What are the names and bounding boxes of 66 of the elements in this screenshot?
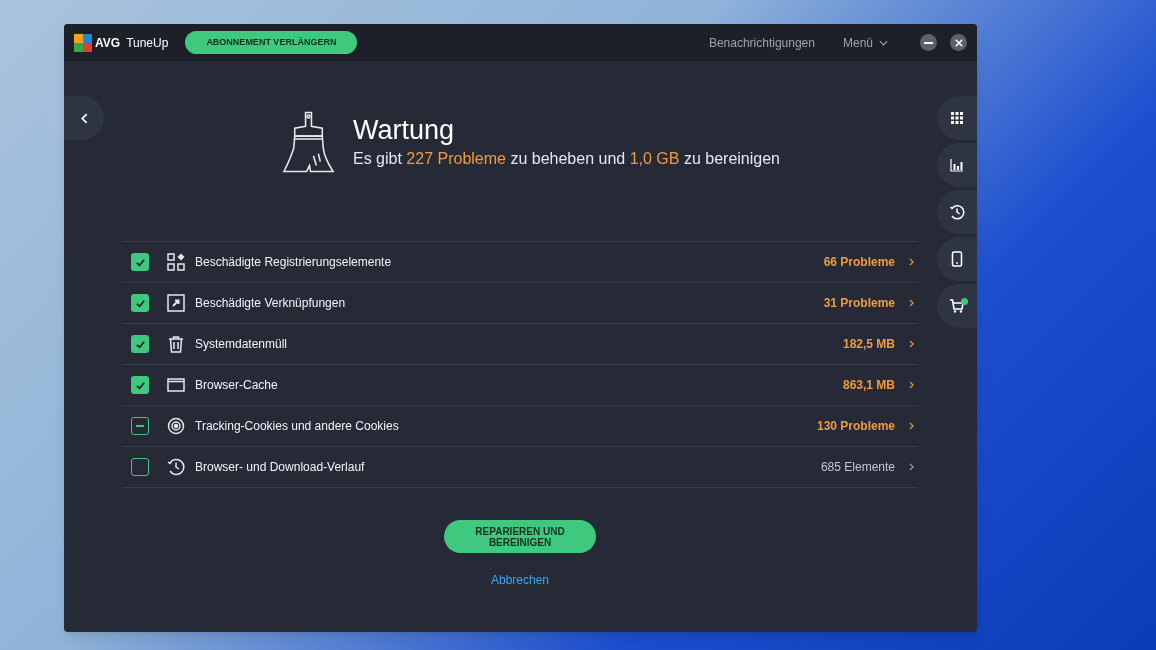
item-label: Browser- und Download-Verlauf: [195, 459, 365, 476]
menu-dropdown[interactable]: Menü: [842, 33, 888, 52]
chevron-right-icon: [909, 463, 914, 471]
item-label: Browser-Cache: [195, 377, 278, 394]
trash-icon: [167, 335, 185, 353]
registry-blocks-icon: [167, 253, 185, 271]
item-value: 66 Probleme: [823, 254, 895, 271]
checkbox[interactable]: [131, 376, 149, 394]
cart-icon: [949, 298, 965, 314]
chevron-right-icon: [909, 258, 914, 266]
item-label: Tracking-Cookies und andere Cookies: [195, 418, 399, 435]
browser-window-icon: [167, 376, 185, 394]
item-label: Beschädigte Registrierungselemente: [195, 254, 392, 271]
item-value: 130 Probleme: [816, 418, 895, 435]
checkbox[interactable]: [131, 253, 149, 271]
history-clock-icon: [167, 458, 185, 476]
item-value: 182,5 MB: [842, 336, 895, 353]
renew-subscription-button[interactable]: ABONNEMENT VERLÄNGERN: [185, 31, 358, 54]
item-value: 863,1 MB: [842, 377, 895, 394]
close-button[interactable]: [950, 34, 967, 51]
grid-icon: [949, 110, 965, 126]
cancel-link[interactable]: Abbrechen: [490, 571, 549, 589]
close-icon: [954, 38, 963, 47]
checkbox[interactable]: [131, 417, 149, 435]
check-icon: [134, 256, 146, 268]
chevron-right-icon: [909, 340, 914, 348]
repair-clean-button[interactable]: REPARIEREN UND BEREINIGEN: [444, 520, 596, 553]
target-icon: [167, 417, 185, 435]
side-rail-button[interactable]: [937, 237, 977, 281]
cleanup-item-row[interactable]: Beschädigte Verknüpfungen 31 Probleme: [122, 283, 918, 324]
bar-chart-icon: [949, 157, 965, 173]
caret-icon: [879, 39, 888, 46]
notifications-link[interactable]: Benachrichtigungen: [708, 33, 815, 52]
back-chevron-icon: [80, 112, 88, 124]
chevron-right-icon: [909, 381, 914, 389]
dash-icon: [136, 425, 144, 427]
cleanup-item-row[interactable]: Browser- und Download-Verlauf 685 Elemente: [122, 447, 918, 488]
shortcut-icon: [167, 294, 185, 312]
brand-name: AVG: [95, 34, 121, 52]
item-value: 31 Probleme: [823, 295, 895, 312]
item-label: Systemdatenmüll: [195, 336, 288, 353]
check-icon: [134, 297, 146, 309]
cleanup-item-row[interactable]: Browser-Cache 863,1 MB: [122, 365, 918, 406]
side-rail-button[interactable]: [937, 190, 977, 234]
phone-icon: [949, 251, 965, 267]
cleanup-item-row[interactable]: Beschädigte Registrierungselemente 66 Probleme: [122, 242, 918, 283]
logo-icon: [74, 33, 92, 52]
minimize-button[interactable]: [920, 34, 937, 51]
page-title: Wartung: [353, 113, 456, 147]
history-clock-icon: [949, 204, 965, 220]
checkbox[interactable]: [131, 294, 149, 312]
check-icon: [134, 379, 146, 391]
chevron-right-icon: [909, 422, 914, 430]
item-value: 685 Elemente: [820, 459, 895, 476]
summary-text: Es gibt 227 Probleme zu beheben und 1,0 GB zu bereinigen: [353, 148, 780, 169]
checkbox[interactable]: [131, 458, 149, 476]
item-label: Beschädigte Verknüpfungen: [195, 295, 346, 312]
check-icon: [134, 338, 146, 350]
cleanup-item-row[interactable]: Tracking-Cookies und andere Cookies 130 Probleme: [122, 406, 918, 447]
side-rail-button[interactable]: [937, 143, 977, 187]
side-rail-button[interactable]: [937, 96, 977, 140]
chevron-right-icon: [909, 299, 914, 307]
product-name: TuneUp: [126, 34, 169, 52]
checkbox[interactable]: [131, 335, 149, 353]
side-rail-button[interactable]: [937, 284, 977, 328]
cleanup-item-row[interactable]: Systemdatenmüll 182,5 MB: [122, 324, 918, 365]
